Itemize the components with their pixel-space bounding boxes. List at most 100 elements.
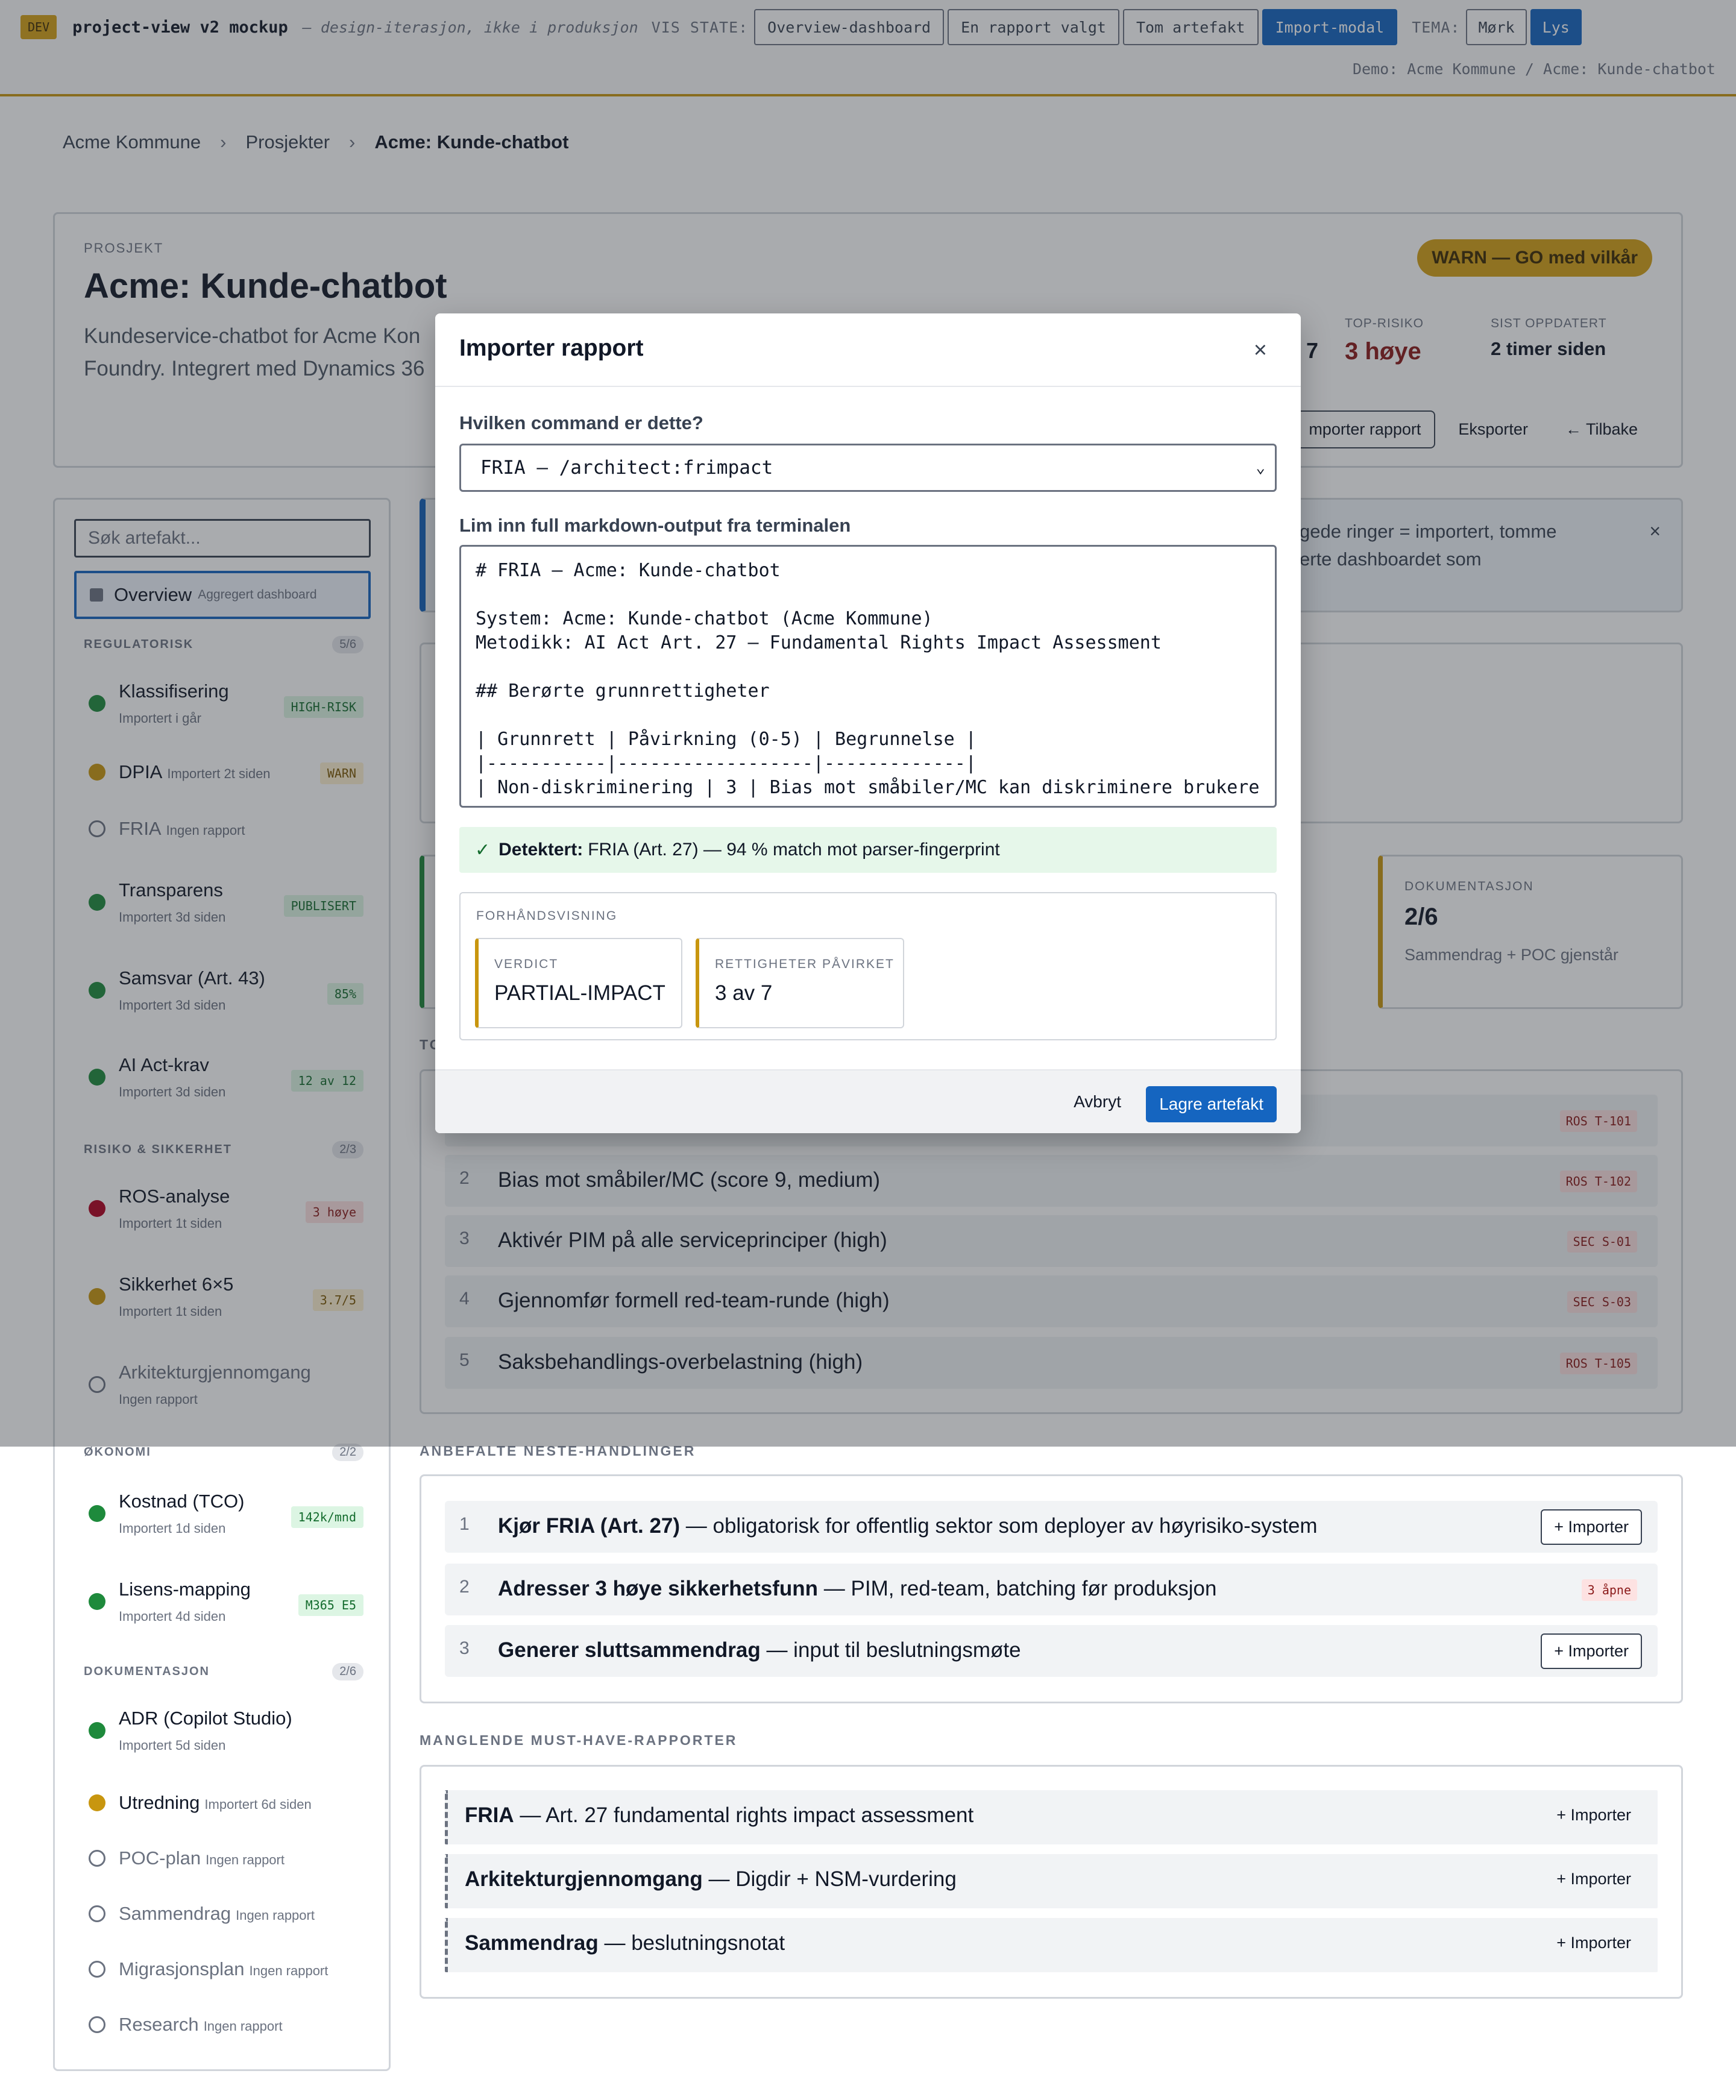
action-description: — PIM, red-team, batching før produksjon (818, 1577, 1217, 1600)
sidebar-item-label: Sammendrag (119, 1903, 231, 1924)
preview-card-verdict: VERDICT PARTIAL-IMPACT (475, 938, 682, 1028)
command-select[interactable]: FRIA — /architect:frimpact ⌄ (459, 444, 1277, 492)
group-label: ØKONOMI (84, 1445, 151, 1459)
sidebar-item-label: ADR (Copilot Studio) (119, 1708, 292, 1729)
import-button[interactable]: + Importer (1541, 1509, 1642, 1545)
sidebar-item-status: Importert 1d siden (119, 1521, 226, 1536)
import-link[interactable]: + Importer (1556, 1934, 1631, 1952)
action-title: Kjør FRIA (Art. 27) (498, 1514, 681, 1538)
action-number: 2 (459, 1577, 470, 1597)
empty-circle-icon (89, 1905, 105, 1922)
empty-circle-icon (89, 1850, 105, 1867)
sidebar-item-badge: M365 E5 (298, 1594, 363, 1616)
textarea-line: ## Berørte grunnrettigheter (476, 681, 770, 702)
group-count: 2/6 (332, 1663, 363, 1680)
missing-report-row: Arkitekturgjennomgang — Digdir + NSM-vur… (445, 1854, 1658, 1908)
sidebar-item-label: Lisens-mapping (119, 1579, 251, 1600)
sidebar-item-status: Ingen rapport (206, 1852, 285, 1867)
report-title: FRIA (465, 1803, 514, 1827)
textarea-line: | Non-diskriminering | 3 | Bias mot småb… (476, 777, 1260, 798)
sidebar-item-status: Ingen rapport (236, 1908, 315, 1923)
sidebar-item-research[interactable]: Research Ingen rapport (89, 2011, 363, 2038)
sidebar-item-kostnad[interactable]: Kostnad (TCO) Importert 1d siden 142k/mn… (89, 1485, 363, 1536)
textarea-line (476, 655, 1260, 679)
sidebar-item-label: Kostnad (TCO) (119, 1491, 245, 1512)
open-count-badge: 3 åpne (1581, 1579, 1637, 1601)
sidebar-item-label: Research (119, 2014, 199, 2035)
textarea-line: System: Acme: Kunde-chatbot (Acme Kommun… (476, 608, 933, 629)
chevron-down-icon: ⌄ (1256, 459, 1265, 477)
next-action-row: 1 Kjør FRIA (Art. 27) — obligatorisk for… (445, 1501, 1658, 1553)
save-artifact-button[interactable]: Lagre artefakt (1146, 1086, 1277, 1122)
paste-label: Lim inn full markdown-output fra termina… (459, 515, 851, 536)
status-dot-icon (89, 1505, 105, 1522)
preview-section: FORHÅNDSVISNING VERDICT PARTIAL-IMPACT R… (459, 892, 1277, 1040)
detection-label: Detektert: (498, 840, 583, 860)
sidebar-item-sammendrag[interactable]: Sammendrag Ingen rapport (89, 1900, 363, 1927)
empty-circle-icon (89, 1961, 105, 1978)
modal-footer: Avbryt Lagre artefakt (435, 1069, 1301, 1133)
sidebar-item-lisens-mapping[interactable]: Lisens-mapping Importert 4d siden M365 E… (89, 1573, 363, 1624)
markdown-textarea[interactable]: # FRIA — Acme: Kunde-chatbot System: Acm… (459, 545, 1277, 808)
textarea-line: |-----------|------------------|--------… (476, 753, 976, 774)
sidebar-item-status: Ingen rapport (203, 2019, 283, 2034)
sidebar-item-label: Migrasjonsplan (119, 1958, 245, 1979)
sidebar-item-label: POC-plan (119, 1847, 201, 1869)
missing-report-row: Sammendrag — beslutningsnotat + Importer (445, 1918, 1658, 1972)
close-icon[interactable]: × (1254, 338, 1267, 363)
status-dot-icon (89, 1794, 105, 1811)
preview-card-value: 3 av 7 (715, 981, 773, 1005)
import-link[interactable]: + Importer (1556, 1806, 1631, 1825)
command-select-value: FRIA — /architect:frimpact (480, 457, 773, 479)
detection-banner: ✓ Detektert: FRIA (Art. 27) — 94 % match… (459, 827, 1277, 873)
sidebar-item-badge: 142k/mnd (291, 1506, 363, 1528)
cancel-button[interactable]: Avbryt (1074, 1092, 1121, 1111)
status-dot-icon (89, 1593, 105, 1610)
sidebar-item-utredning[interactable]: Utredning Importert 6d siden (89, 1790, 363, 1816)
action-number: 1 (459, 1514, 470, 1534)
missing-report-row: FRIA — Art. 27 fundamental rights impact… (445, 1790, 1658, 1844)
report-description: — Digdir + NSM-vurdering (702, 1867, 957, 1891)
textarea-line (476, 583, 1260, 607)
sidebar-item-adr[interactable]: ADR (Copilot Studio) Importert 5d siden (89, 1702, 363, 1753)
sidebar-item-status: Importert 5d siden (119, 1738, 226, 1753)
detection-text: FRIA (Art. 27) — 94 % match mot parser-f… (588, 840, 1000, 860)
modal-title: Importer rapport (459, 335, 644, 361)
sidebar-item-migrasjonsplan[interactable]: Migrasjonsplan Ingen rapport (89, 1956, 363, 1982)
action-description: — input til beslutningsmøte (760, 1638, 1021, 1662)
section-title-missing-reports: MANGLENDE MUST-HAVE-RAPPORTER (420, 1732, 738, 1748)
command-label: Hvilken command er dette? (459, 412, 703, 433)
import-link[interactable]: + Importer (1556, 1870, 1631, 1888)
check-icon: ✓ (475, 840, 491, 860)
preview-card-rights: RETTIGHETER PÅVIRKET 3 av 7 (696, 938, 904, 1028)
modal-header: Importer rapport × (435, 313, 1301, 387)
group-label: DOKUMENTASJON (84, 1665, 210, 1678)
action-description: — obligatorisk for offentlig sektor som … (680, 1514, 1318, 1538)
sidebar-item-status: Ingen rapport (249, 1963, 329, 1978)
empty-circle-icon (89, 2016, 105, 2033)
preview-card-label: RETTIGHETER PÅVIRKET (715, 957, 895, 971)
textarea-line: Metodikk: AI Act Art. 27 — Fundamental R… (476, 632, 1162, 653)
textarea-line: # FRIA — Acme: Kunde-chatbot (476, 560, 781, 581)
report-description: — beslutningsnotat (598, 1931, 785, 1955)
group-header-documentation: DOKUMENTASJON 2/6 (84, 1663, 363, 1680)
next-action-row: 3 Generer sluttsammendrag — input til be… (445, 1625, 1658, 1677)
sidebar-item-status: Importert 4d siden (119, 1609, 226, 1624)
sidebar-item-status: Importert 6d siden (204, 1797, 312, 1812)
next-action-row: 2 Adresser 3 høye sikkerhetsfunn — PIM, … (445, 1564, 1658, 1615)
preview-card-value: PARTIAL-IMPACT (494, 981, 665, 1005)
action-number: 3 (459, 1638, 470, 1658)
sidebar-item-poc-plan[interactable]: POC-plan Ingen rapport (89, 1845, 363, 1872)
report-description: — Art. 27 fundamental rights impact asse… (514, 1803, 974, 1827)
status-dot-icon (89, 1722, 105, 1739)
preview-label: FORHÅNDSVISNING (476, 909, 618, 923)
import-report-modal: Importer rapport × Hvilken command er de… (435, 313, 1301, 1133)
action-title: Adresser 3 høye sikkerhetsfunn (498, 1577, 819, 1600)
preview-card-label: VERDICT (494, 957, 559, 971)
report-title: Sammendrag (465, 1931, 599, 1955)
action-title: Generer sluttsammendrag (498, 1638, 761, 1662)
import-button[interactable]: + Importer (1541, 1633, 1642, 1669)
sidebar-item-label: Utredning (119, 1792, 200, 1813)
report-title: Arkitekturgjennomgang (465, 1867, 703, 1891)
textarea-line: | Grunnrett | Påvirkning (0-5) | Begrunn… (476, 729, 976, 750)
